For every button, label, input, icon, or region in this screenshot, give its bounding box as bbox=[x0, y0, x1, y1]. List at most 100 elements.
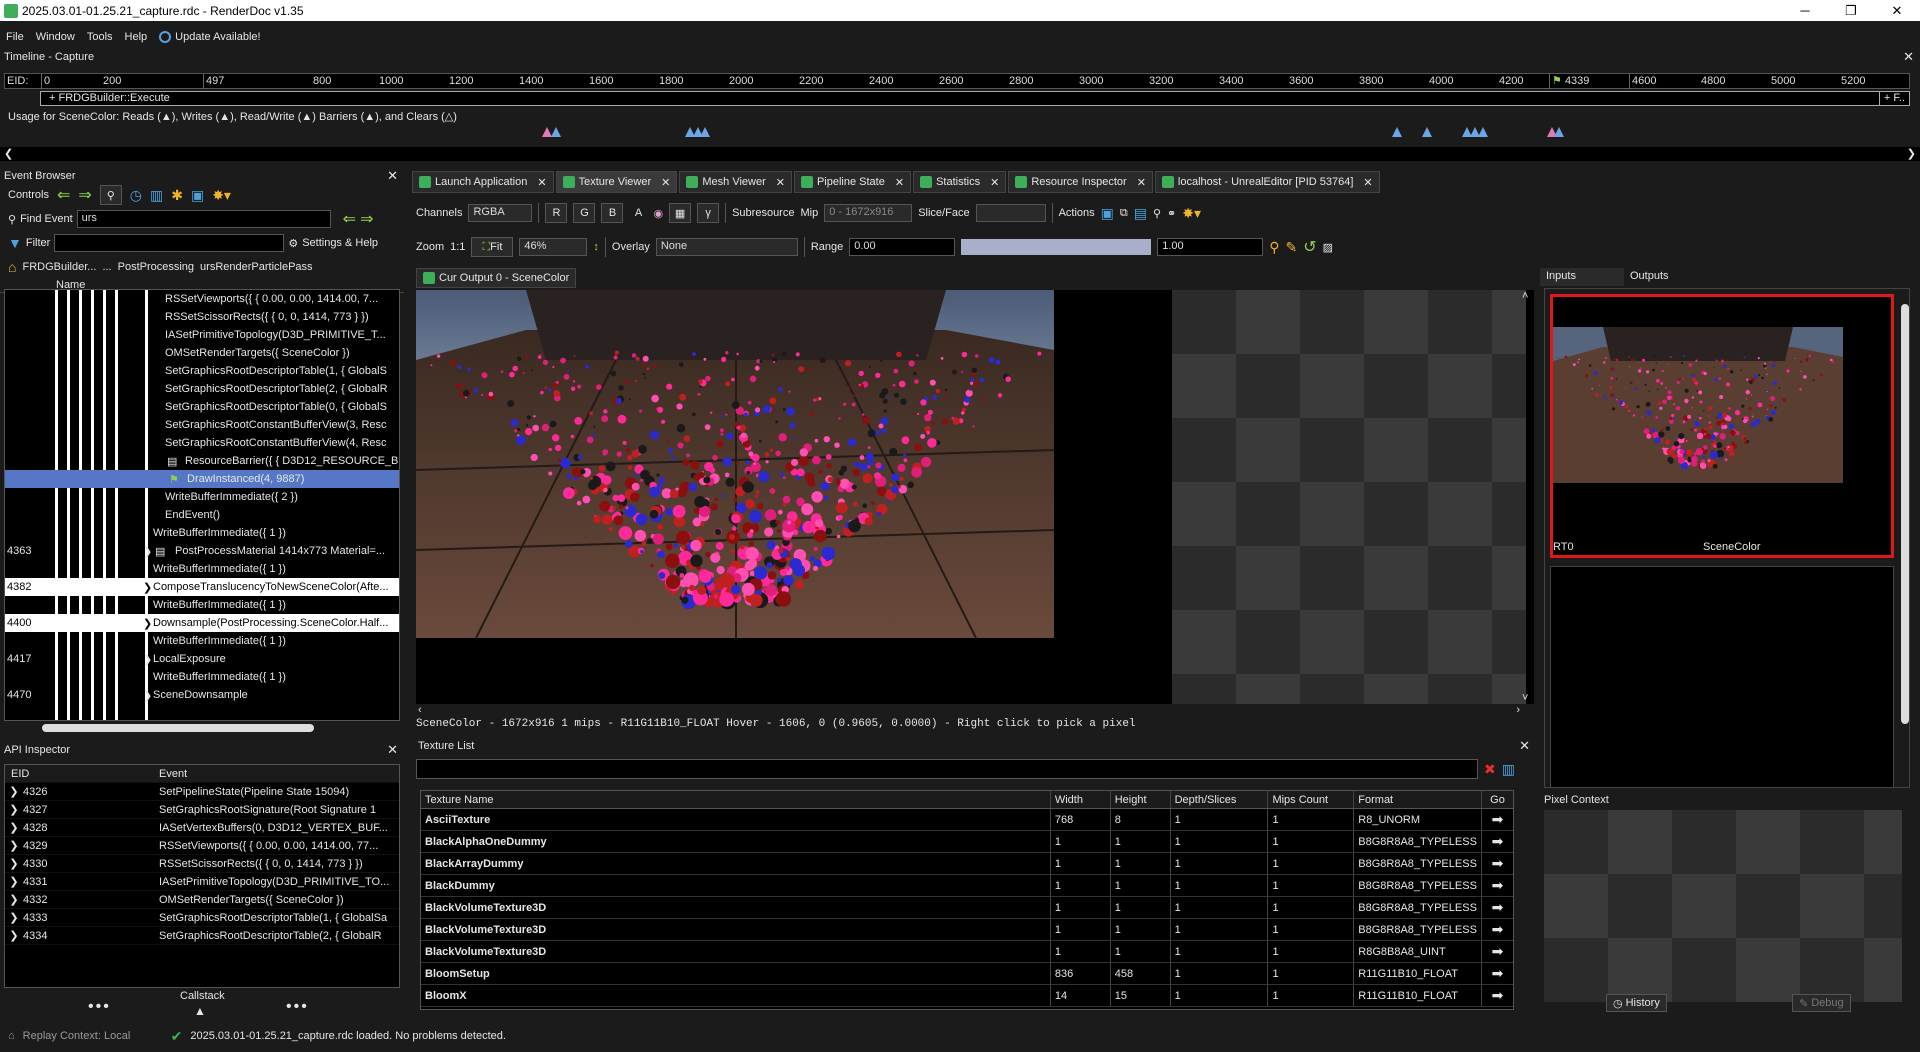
find-next-icon[interactable]: ⇒ bbox=[360, 209, 373, 229]
go-arrow-icon[interactable]: ➡ bbox=[1481, 897, 1513, 918]
outputs-vscrollbar[interactable] bbox=[1900, 290, 1910, 788]
checkerboard-icon[interactable]: ▦ bbox=[669, 203, 692, 223]
go-arrow-icon[interactable]: ➡ bbox=[1481, 985, 1513, 1006]
texture-row[interactable]: BlackArrayDummy 1 1 1 1 B8G8R8A8_TYPELESS ➡ bbox=[421, 853, 1513, 875]
event-row[interactable]: 4382 ❯ ComposeTranslucencyToNewSceneColor(… bbox=[5, 578, 399, 596]
go-header[interactable]: Go bbox=[1481, 791, 1513, 808]
timeline-execute-bar[interactable]: + FRDGBuilder::Execute + F.. bbox=[40, 91, 1910, 106]
tab-texture-viewer[interactable]: Texture Viewer ✕ bbox=[555, 171, 678, 193]
texture-row[interactable]: BlackVolumeTexture3D 1 1 1 1 R8G8B8A8_UINT ➡ bbox=[421, 941, 1513, 963]
event-row[interactable]: 4417 ❯ LocalExposure bbox=[5, 650, 399, 668]
tab-resource-inspector[interactable]: Resource Inspector ✕ bbox=[1008, 171, 1153, 193]
viewport-hscrollbar[interactable]: ‹ › bbox=[416, 704, 1522, 716]
expand-chevron-icon[interactable]: ❯ bbox=[143, 689, 152, 702]
close-icon[interactable]: ✕ bbox=[1363, 176, 1372, 189]
menu-tools[interactable]: Tools bbox=[87, 31, 113, 43]
breadcrumb-item[interactable]: ... bbox=[102, 261, 111, 273]
expand-chevron-icon[interactable]: ❯ bbox=[5, 911, 23, 924]
api-row[interactable]: ❯ 4328 IASetVertexBuffers(0, D3D12_VERTEX_… bbox=[5, 819, 399, 837]
api-row[interactable]: ❯ 4334 SetGraphicsRootDescriptorTable(2, {… bbox=[5, 927, 399, 945]
timeline-ruler[interactable]: EID: 0 200 497 800 1000 1200 1400 1600 1… bbox=[4, 73, 1910, 89]
breadcrumb-item[interactable]: PostProcessing bbox=[118, 261, 194, 273]
event-row[interactable]: RSSetScissorRects({ { 0, 0, 1414, 773 } … bbox=[5, 308, 399, 326]
minimize-button[interactable]: ─ bbox=[1782, 3, 1828, 19]
next-arrow-icon[interactable]: ⇒ bbox=[78, 185, 91, 205]
zoom-1to1-button[interactable]: 1:1 bbox=[450, 241, 465, 253]
event-row[interactable]: EndEvent() bbox=[5, 506, 399, 524]
mip-select[interactable]: 0 - 1672x916 bbox=[824, 204, 913, 222]
viewport-vscrollbar[interactable]: ˄ ˅ bbox=[1522, 290, 1534, 704]
event-row[interactable]: WriteBufferImmediate({ 1 }) bbox=[5, 524, 399, 542]
histogram-icon[interactable]: ▨ bbox=[1323, 241, 1333, 254]
menu-help[interactable]: Help bbox=[125, 31, 148, 43]
read-marker[interactable] bbox=[1392, 127, 1402, 137]
gear-icon[interactable]: ⚙ bbox=[288, 237, 298, 250]
bar-chart-icon[interactable]: ▥ bbox=[150, 187, 163, 204]
expand-chevron-icon[interactable]: ❯ bbox=[143, 581, 152, 594]
range-min-input[interactable]: 0.00 bbox=[849, 238, 956, 256]
format-header[interactable]: Format bbox=[1353, 791, 1481, 808]
column-settings-icon[interactable]: ▥ bbox=[1502, 761, 1515, 778]
expand-chevron-icon[interactable]: ❯ bbox=[143, 617, 152, 630]
splitter-dots-icon[interactable]: ••• bbox=[286, 998, 309, 1016]
texture-row[interactable]: BlackVolumeTexture3D 1 1 1 1 B8G8R8A8_TYPELES… bbox=[421, 897, 1513, 919]
settings-icon[interactable]: ✸▾ bbox=[212, 187, 231, 204]
api-row[interactable]: ❯ 4329 RSSetViewports({ { 0.00, 0.00, 1414… bbox=[5, 837, 399, 855]
close-icon[interactable]: ✕ bbox=[895, 176, 904, 189]
replay-context-label[interactable]: Replay Context: Local bbox=[23, 1030, 163, 1042]
timeline-scrollbar[interactable]: ❮ ❯ bbox=[0, 147, 1920, 161]
close-icon[interactable]: ✕ bbox=[661, 176, 670, 189]
go-arrow-icon[interactable]: ➡ bbox=[1481, 853, 1513, 874]
event-row[interactable]: SetGraphicsRootConstantBufferView(3, Res… bbox=[5, 416, 399, 434]
api-row[interactable]: ❯ 4327 SetGraphicsRootSignature(Root Signa… bbox=[5, 801, 399, 819]
wand-icon[interactable]: ✎ bbox=[1286, 239, 1298, 256]
gamma-button[interactable]: γ bbox=[697, 203, 720, 223]
expand-chevron-icon[interactable]: ❯ bbox=[5, 839, 23, 852]
api-row[interactable]: ❯ 4326 SetPipelineState(Pipeline State 150… bbox=[5, 783, 399, 801]
close-icon[interactable]: ✕ bbox=[1519, 738, 1530, 754]
overlay-select[interactable]: None bbox=[655, 238, 798, 256]
go-arrow-icon[interactable]: ➡ bbox=[1481, 919, 1513, 940]
event-row[interactable]: IASetPrimitiveTopology(D3D_PRIMITIVE_T..… bbox=[5, 326, 399, 344]
eid-column-header[interactable]: EID bbox=[5, 768, 159, 780]
api-row[interactable]: ❯ 4332 OMSetRenderTargets({ SceneColor }) bbox=[5, 891, 399, 909]
menu-window[interactable]: Window bbox=[36, 31, 75, 43]
color-wheel-icon[interactable]: ◉ bbox=[653, 207, 663, 220]
event-row[interactable]: RSSetViewports({ { 0.00, 0.00, 1414.00, … bbox=[5, 290, 399, 308]
zoom-select[interactable]: 46% bbox=[519, 238, 588, 256]
channel-r-button[interactable]: R bbox=[545, 203, 568, 223]
go-arrow-icon[interactable]: ➡ bbox=[1481, 941, 1513, 962]
mips-header[interactable]: Mips Count bbox=[1267, 791, 1353, 808]
go-arrow-icon[interactable]: ➡ bbox=[1481, 875, 1513, 896]
scroll-down-icon[interactable]: ˅ bbox=[1522, 692, 1528, 704]
go-arrow-icon[interactable]: ➡ bbox=[1481, 963, 1513, 984]
event-row[interactable]: 4470 ❯ SceneDownsample bbox=[5, 686, 399, 704]
channels-select[interactable]: RGBA bbox=[468, 204, 533, 222]
read-marker[interactable] bbox=[1478, 127, 1488, 137]
range-max-input[interactable]: 1.00 bbox=[1157, 238, 1264, 256]
go-arrow-icon[interactable]: ➡ bbox=[1481, 809, 1513, 830]
read-marker[interactable] bbox=[1422, 127, 1432, 137]
scroll-left-icon[interactable]: ❮ bbox=[4, 147, 13, 160]
close-icon[interactable]: ✕ bbox=[537, 176, 546, 189]
event-row[interactable]: WriteBufferImmediate({ 2 }) bbox=[5, 488, 399, 506]
api-row[interactable]: ❯ 4333 SetGraphicsRootDescriptorTable(1, {… bbox=[5, 909, 399, 927]
save-icon[interactable]: ▣ bbox=[191, 187, 204, 204]
open-texture-icon[interactable]: ▤ bbox=[1134, 205, 1147, 222]
tab-outputs[interactable]: Outputs bbox=[1624, 268, 1708, 286]
channel-b-button[interactable]: B bbox=[601, 203, 624, 223]
event-row[interactable]: WriteBufferImmediate({ 1 }) bbox=[5, 632, 399, 650]
reset-icon[interactable]: ↺ bbox=[1303, 237, 1316, 257]
binoculars-icon[interactable]: ⚲ bbox=[99, 185, 122, 205]
filter-input[interactable] bbox=[54, 234, 285, 252]
range-slider[interactable] bbox=[961, 239, 1152, 255]
pixel-context-view[interactable] bbox=[1544, 810, 1902, 1002]
expand-chevron-icon[interactable]: ❯ bbox=[5, 803, 23, 816]
copy-icon[interactable]: ⧉ bbox=[1120, 207, 1128, 220]
texture-row[interactable]: BloomSetup 836 458 1 1 R11G11B10_FLOAT ➡ bbox=[421, 963, 1513, 985]
event-row[interactable]: SetGraphicsRootDescriptorTable(2, { Glob… bbox=[5, 380, 399, 398]
find-prev-icon[interactable]: ⇐ bbox=[343, 209, 356, 229]
read-marker[interactable] bbox=[700, 127, 710, 137]
event-row[interactable]: WriteBufferImmediate({ 1 }) bbox=[5, 668, 399, 686]
texture-row[interactable]: AsciiTexture 768 8 1 1 R8_UNORM ➡ bbox=[421, 809, 1513, 831]
